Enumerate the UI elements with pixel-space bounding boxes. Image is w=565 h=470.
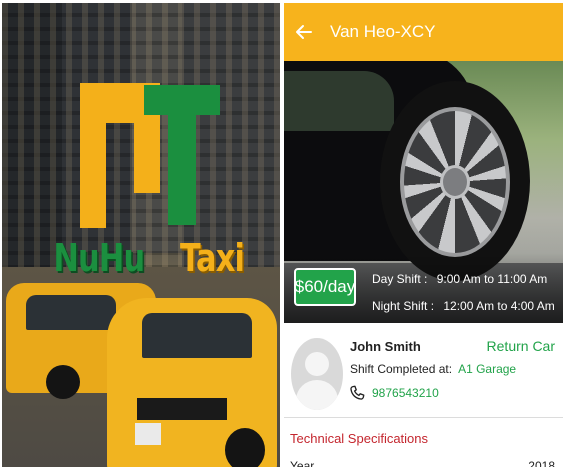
taxi-windshield: [26, 295, 116, 330]
price-badge: $60/day: [294, 268, 356, 306]
spec-label: Year: [290, 459, 315, 467]
page-title: Van Heo-XCY: [330, 22, 436, 41]
return-car-button[interactable]: Return Car: [487, 338, 555, 354]
vehicle-detail-screen: Van Heo-XCY $60/day Day Shift : 9:00 Am …: [284, 3, 563, 467]
splash-panel: NuHu Taxi: [2, 3, 280, 467]
day-shift-time: 9:00 Am to 11:00 Am: [436, 272, 548, 286]
brand-name: NuHu Taxi: [53, 235, 244, 281]
night-shift-info: Night Shift : 12:00 Am to 4:00 Am: [372, 299, 555, 313]
taxi-windshield: [142, 313, 252, 358]
phone-icon: [350, 385, 365, 400]
avatar-torso: [296, 380, 338, 410]
brand-word-taxi: Taxi: [179, 236, 245, 280]
brand-word-nuhu: NuHu: [53, 236, 145, 280]
shift-completed-label: Shift Completed at:: [350, 362, 453, 376]
back-button[interactable]: [284, 3, 324, 61]
driver-card: John Smith Return Car Shift Completed at…: [284, 333, 563, 413]
taxi-plate: [135, 423, 161, 445]
shift-completed-location[interactable]: A1 Garage: [458, 362, 516, 376]
taxi-wheel: [46, 365, 80, 399]
car-hub: [440, 165, 470, 199]
arrow-left-icon: [296, 25, 312, 39]
brand-logo: NuHu Taxi: [53, 83, 245, 283]
spec-value: 2018: [528, 459, 555, 467]
logo-letter-t-icon: [144, 85, 220, 225]
driver-name: John Smith: [350, 339, 421, 354]
screenshot-root: NuHu Taxi Van Heo-XCY $60/day Day Shift …: [0, 0, 565, 470]
taxi-wheel: [225, 428, 265, 467]
day-shift-label: Day Shift :: [372, 272, 428, 286]
app-bar: Van Heo-XCY: [284, 3, 563, 61]
section-divider: [284, 417, 563, 418]
day-shift-info: Day Shift : 9:00 Am to 11:00 Am: [372, 272, 547, 286]
spec-row: Year 2018: [290, 459, 555, 467]
technical-specifications-title: Technical Specifications: [290, 431, 429, 446]
phone-row[interactable]: 9876543210: [348, 384, 439, 402]
car-window: [284, 71, 394, 131]
night-shift-label: Night Shift :: [372, 299, 435, 313]
taxi-grill: [137, 398, 227, 420]
vehicle-hero-image: $60/day Day Shift : 9:00 Am to 11:00 Am …: [284, 61, 563, 323]
night-shift-time: 12:00 Am to 4:00 Am: [443, 299, 555, 313]
avatar: [291, 338, 343, 410]
avatar-head: [305, 352, 329, 376]
taxi-cab-image: [107, 298, 277, 467]
phone-number: 9876543210: [372, 386, 439, 400]
shift-completed-info: Shift Completed at: A1 Garage: [350, 362, 516, 376]
